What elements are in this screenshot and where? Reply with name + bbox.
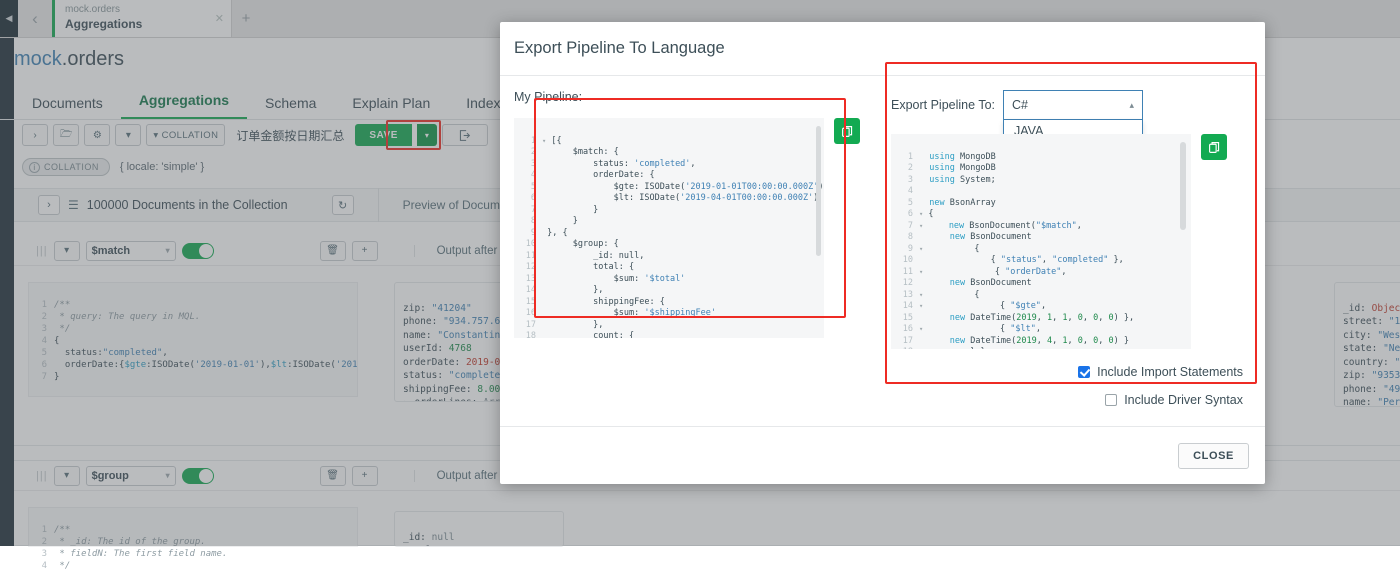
include-import-statements-checkbox[interactable] — [1078, 366, 1091, 378]
chevron-up-icon: ▴ — [1129, 99, 1134, 110]
exported-code[interactable]: 1 using MongoDB 2 using MongoDB 3 using Sy… — [891, 134, 1191, 349]
my-pipeline-code[interactable]: 1 ▾ [{2 $match: {3 status: 'completed', 4 … — [514, 118, 824, 338]
my-pipeline-column: My Pipeline: 1 ▾ [{2 $match: {3 status: '… — [500, 90, 885, 426]
include-driver-syntax-checkbox[interactable] — [1105, 394, 1118, 406]
close-button[interactable]: CLOSE — [1178, 442, 1249, 469]
dialog-title: Export Pipeline To Language — [514, 39, 725, 57]
include-driver-syntax-label: Include Driver Syntax — [1124, 393, 1243, 407]
include-import-statements-label: Include Import Statements — [1097, 365, 1243, 379]
export-pipeline-to-label: Export Pipeline To: — [891, 98, 995, 112]
copy-icon[interactable] — [1201, 134, 1227, 160]
dialog-footer: CLOSE — [500, 426, 1265, 484]
language-select-value: C# — [1012, 98, 1028, 112]
include-driver-syntax-row[interactable]: Include Driver Syntax — [891, 393, 1251, 407]
dialog-header: Export Pipeline To Language — [500, 22, 1265, 76]
scrollbar-thumb[interactable] — [816, 126, 821, 256]
my-pipeline-label: My Pipeline: — [514, 90, 583, 104]
export-pipeline-dialog: Export Pipeline To Language My Pipeline:… — [500, 22, 1265, 484]
dialog-body: My Pipeline: 1 ▾ [{2 $match: {3 status: '… — [500, 62, 1265, 426]
language-select[interactable]: C# ▴ — [1003, 90, 1143, 120]
export-to-column: Export Pipeline To: C# ▴ JAVA NODE C# PY… — [885, 90, 1265, 426]
include-import-statements-row[interactable]: Include Import Statements — [891, 365, 1251, 379]
copy-icon[interactable] — [834, 118, 860, 144]
scrollbar-thumb[interactable] — [1180, 142, 1186, 230]
